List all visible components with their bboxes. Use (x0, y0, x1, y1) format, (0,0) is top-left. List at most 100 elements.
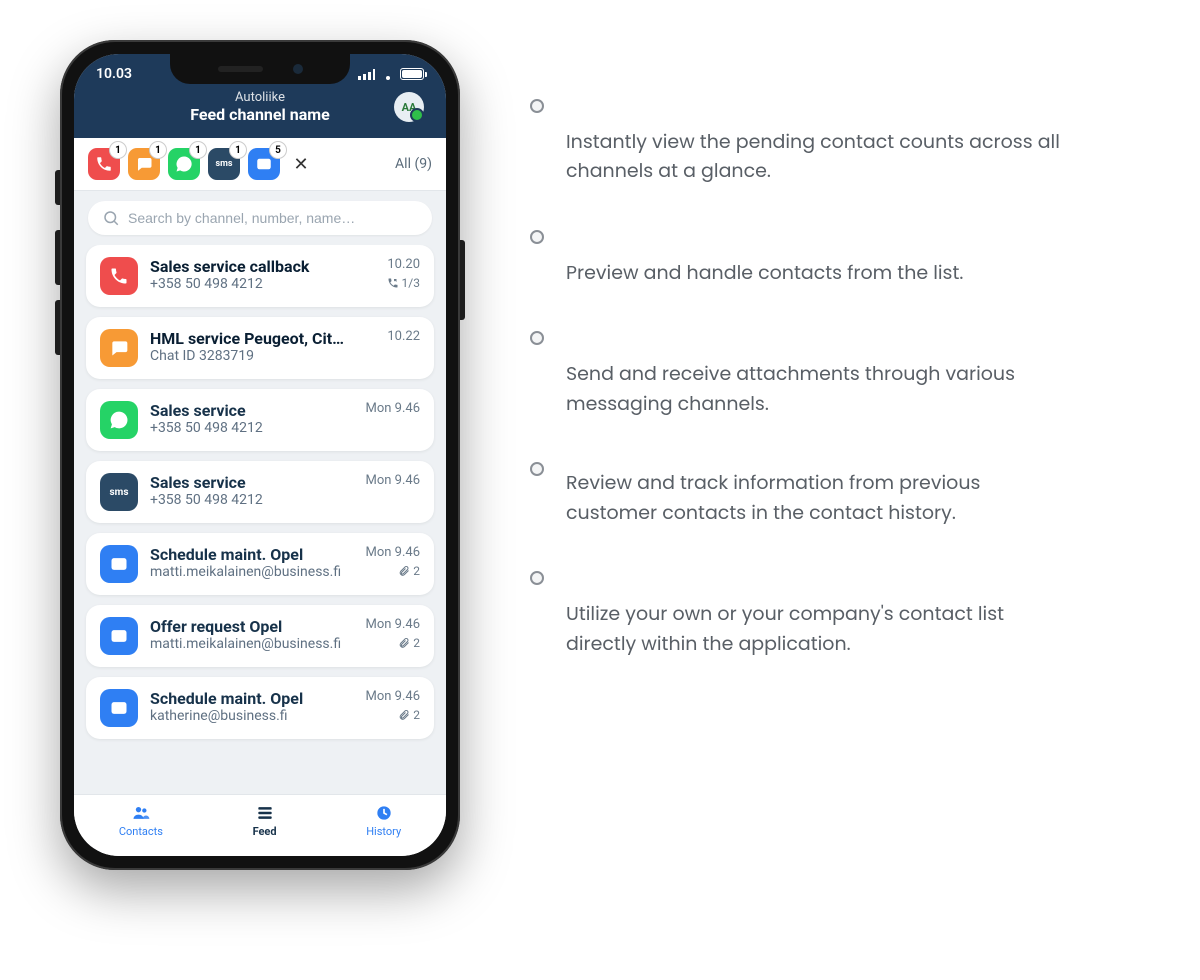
channel-filter-phone[interactable]: 1 (88, 148, 120, 180)
tab-feed[interactable]: Feed (253, 803, 277, 838)
tab-feed-label: Feed (253, 825, 277, 838)
phone-notch (170, 54, 350, 84)
history-icon (374, 803, 394, 823)
feed-icon (255, 803, 275, 823)
channel-filter-bar: 111sms15 ✕ All (9) (74, 138, 446, 191)
feed-title: Feed channel name (96, 105, 424, 124)
feed-item[interactable]: Schedule maint. Opelmatti.meikalainen@bu… (86, 533, 434, 595)
feed-item-meta: 10.22 (358, 329, 420, 367)
feed-item[interactable]: HML service Peugeot, Cit…Chat ID 3283719… (86, 317, 434, 379)
feed-item-sub: matti.meikalainen@business.fi (150, 564, 346, 580)
whatsapp-icon (175, 155, 193, 173)
tab-contacts-label: Contacts (119, 825, 163, 838)
feed-item-extra: 2 (358, 564, 420, 578)
feed-item-time: Mon 9.46 (358, 689, 420, 704)
signal-icon (358, 69, 375, 80)
search-icon (102, 209, 120, 227)
feed-item[interactable]: Sales service callback+358 50 498 421210… (86, 245, 434, 307)
feed-item-time: Mon 9.46 (358, 617, 420, 632)
feed-item[interactable]: Sales service+358 50 498 4212 Mon 9.46 (86, 389, 434, 451)
phone-icon (95, 155, 113, 173)
org-name: Autoliike (96, 90, 424, 105)
channel-badge: 1 (230, 142, 246, 158)
attachment-icon (398, 565, 410, 577)
bottom-tabs: Contacts Feed History (74, 794, 446, 856)
feed-item-extra: 2 (358, 708, 420, 722)
bullet-icon (530, 99, 544, 113)
channel-filter-sms[interactable]: sms1 (208, 148, 240, 180)
wifi-icon (380, 69, 395, 80)
feed-item-sub: +358 50 498 4212 (150, 276, 346, 292)
feed-item-title: Sales service (150, 473, 346, 492)
feature-list: Instantly view the pending contact count… (530, 95, 1066, 698)
search-input[interactable] (128, 210, 418, 226)
feed-item-extra: 2 (358, 636, 420, 650)
email-icon (100, 689, 138, 727)
channel-filter-whatsapp[interactable]: 1 (168, 148, 200, 180)
feature-item: Instantly view the pending contact count… (530, 95, 1066, 186)
battery-icon (400, 68, 424, 80)
contacts-icon (131, 803, 151, 823)
feed-item-meta: Mon 9.46 2 (358, 689, 420, 727)
filter-all[interactable]: All (9) (395, 156, 432, 172)
channel-badge: 1 (110, 142, 126, 158)
phone-mockup: 10.03 Autoliike Feed channel name AA 111… (60, 40, 460, 870)
feed-item-sub: +358 50 498 4212 (150, 492, 346, 508)
feature-item: Preview and handle contacts from the lis… (530, 226, 1066, 287)
bullet-icon (530, 462, 544, 476)
feed-item-title: Schedule maint. Opel (150, 545, 346, 564)
chat-icon (100, 329, 138, 367)
search-bar[interactable] (88, 201, 432, 235)
feed-item-title: Schedule maint. Opel (150, 689, 346, 708)
feed-item-extra: 1/3 (358, 276, 420, 290)
feature-text: Review and track information from previo… (566, 468, 1066, 527)
feed-item-time: Mon 9.46 (358, 545, 420, 560)
callback-icon (387, 277, 399, 289)
channel-filter-email[interactable]: 5 (248, 148, 280, 180)
feed-item-sub: katherine@business.fi (150, 708, 346, 724)
attachment-icon (398, 709, 410, 721)
bullet-icon (530, 230, 544, 244)
feature-item: Utilize your own or your company's conta… (530, 567, 1066, 658)
feed-list[interactable]: Sales service callback+358 50 498 421210… (74, 245, 446, 794)
feed-item-meta: 10.20 1/3 (358, 257, 420, 295)
tab-history[interactable]: History (366, 803, 401, 838)
feature-text: Send and receive attachments through var… (566, 359, 1066, 418)
tab-history-label: History (366, 825, 401, 838)
feed-item-sub: +358 50 498 4212 (150, 420, 346, 436)
feed-item-time: Mon 9.46 (358, 401, 420, 416)
attachment-icon (398, 637, 410, 649)
clear-filter-button[interactable]: ✕ (288, 154, 314, 175)
feed-item-meta: Mon 9.46 2 (358, 545, 420, 583)
sms-icon: sms (100, 473, 138, 511)
whatsapp-icon (100, 401, 138, 439)
email-icon (255, 155, 273, 173)
feed-item-time: Mon 9.46 (358, 473, 420, 488)
feed-item-sub: Chat ID 3283719 (150, 348, 346, 364)
feed-item-title: HML service Peugeot, Cit… (150, 329, 346, 348)
channel-badge: 5 (270, 142, 286, 158)
feed-item-time: 10.20 (358, 257, 420, 272)
status-time: 10.03 (96, 66, 132, 82)
feed-item-time: 10.22 (358, 329, 420, 344)
feed-item-sub: matti.meikalainen@business.fi (150, 636, 346, 652)
chat-icon (135, 155, 153, 173)
email-icon (100, 545, 138, 583)
feed-item-title: Sales service (150, 401, 346, 420)
phone-icon (100, 257, 138, 295)
feed-item[interactable]: sms Sales service+358 50 498 4212 Mon 9.46 (86, 461, 434, 523)
feature-text: Preview and handle contacts from the lis… (566, 258, 963, 287)
feed-item-title: Offer request Opel (150, 617, 346, 636)
tab-contacts[interactable]: Contacts (119, 803, 163, 838)
email-icon (100, 617, 138, 655)
feature-item: Review and track information from previo… (530, 458, 1066, 527)
bullet-icon (530, 331, 544, 345)
feed-item[interactable]: Offer request Opelmatti.meikalainen@busi… (86, 605, 434, 667)
avatar[interactable]: AA (394, 92, 424, 122)
feature-text: Instantly view the pending contact count… (566, 127, 1066, 186)
bullet-icon (530, 571, 544, 585)
feature-item: Send and receive attachments through var… (530, 327, 1066, 418)
channel-badge: 1 (190, 142, 206, 158)
feed-item[interactable]: Schedule maint. Opelkatherine@business.f… (86, 677, 434, 739)
channel-filter-chat[interactable]: 1 (128, 148, 160, 180)
